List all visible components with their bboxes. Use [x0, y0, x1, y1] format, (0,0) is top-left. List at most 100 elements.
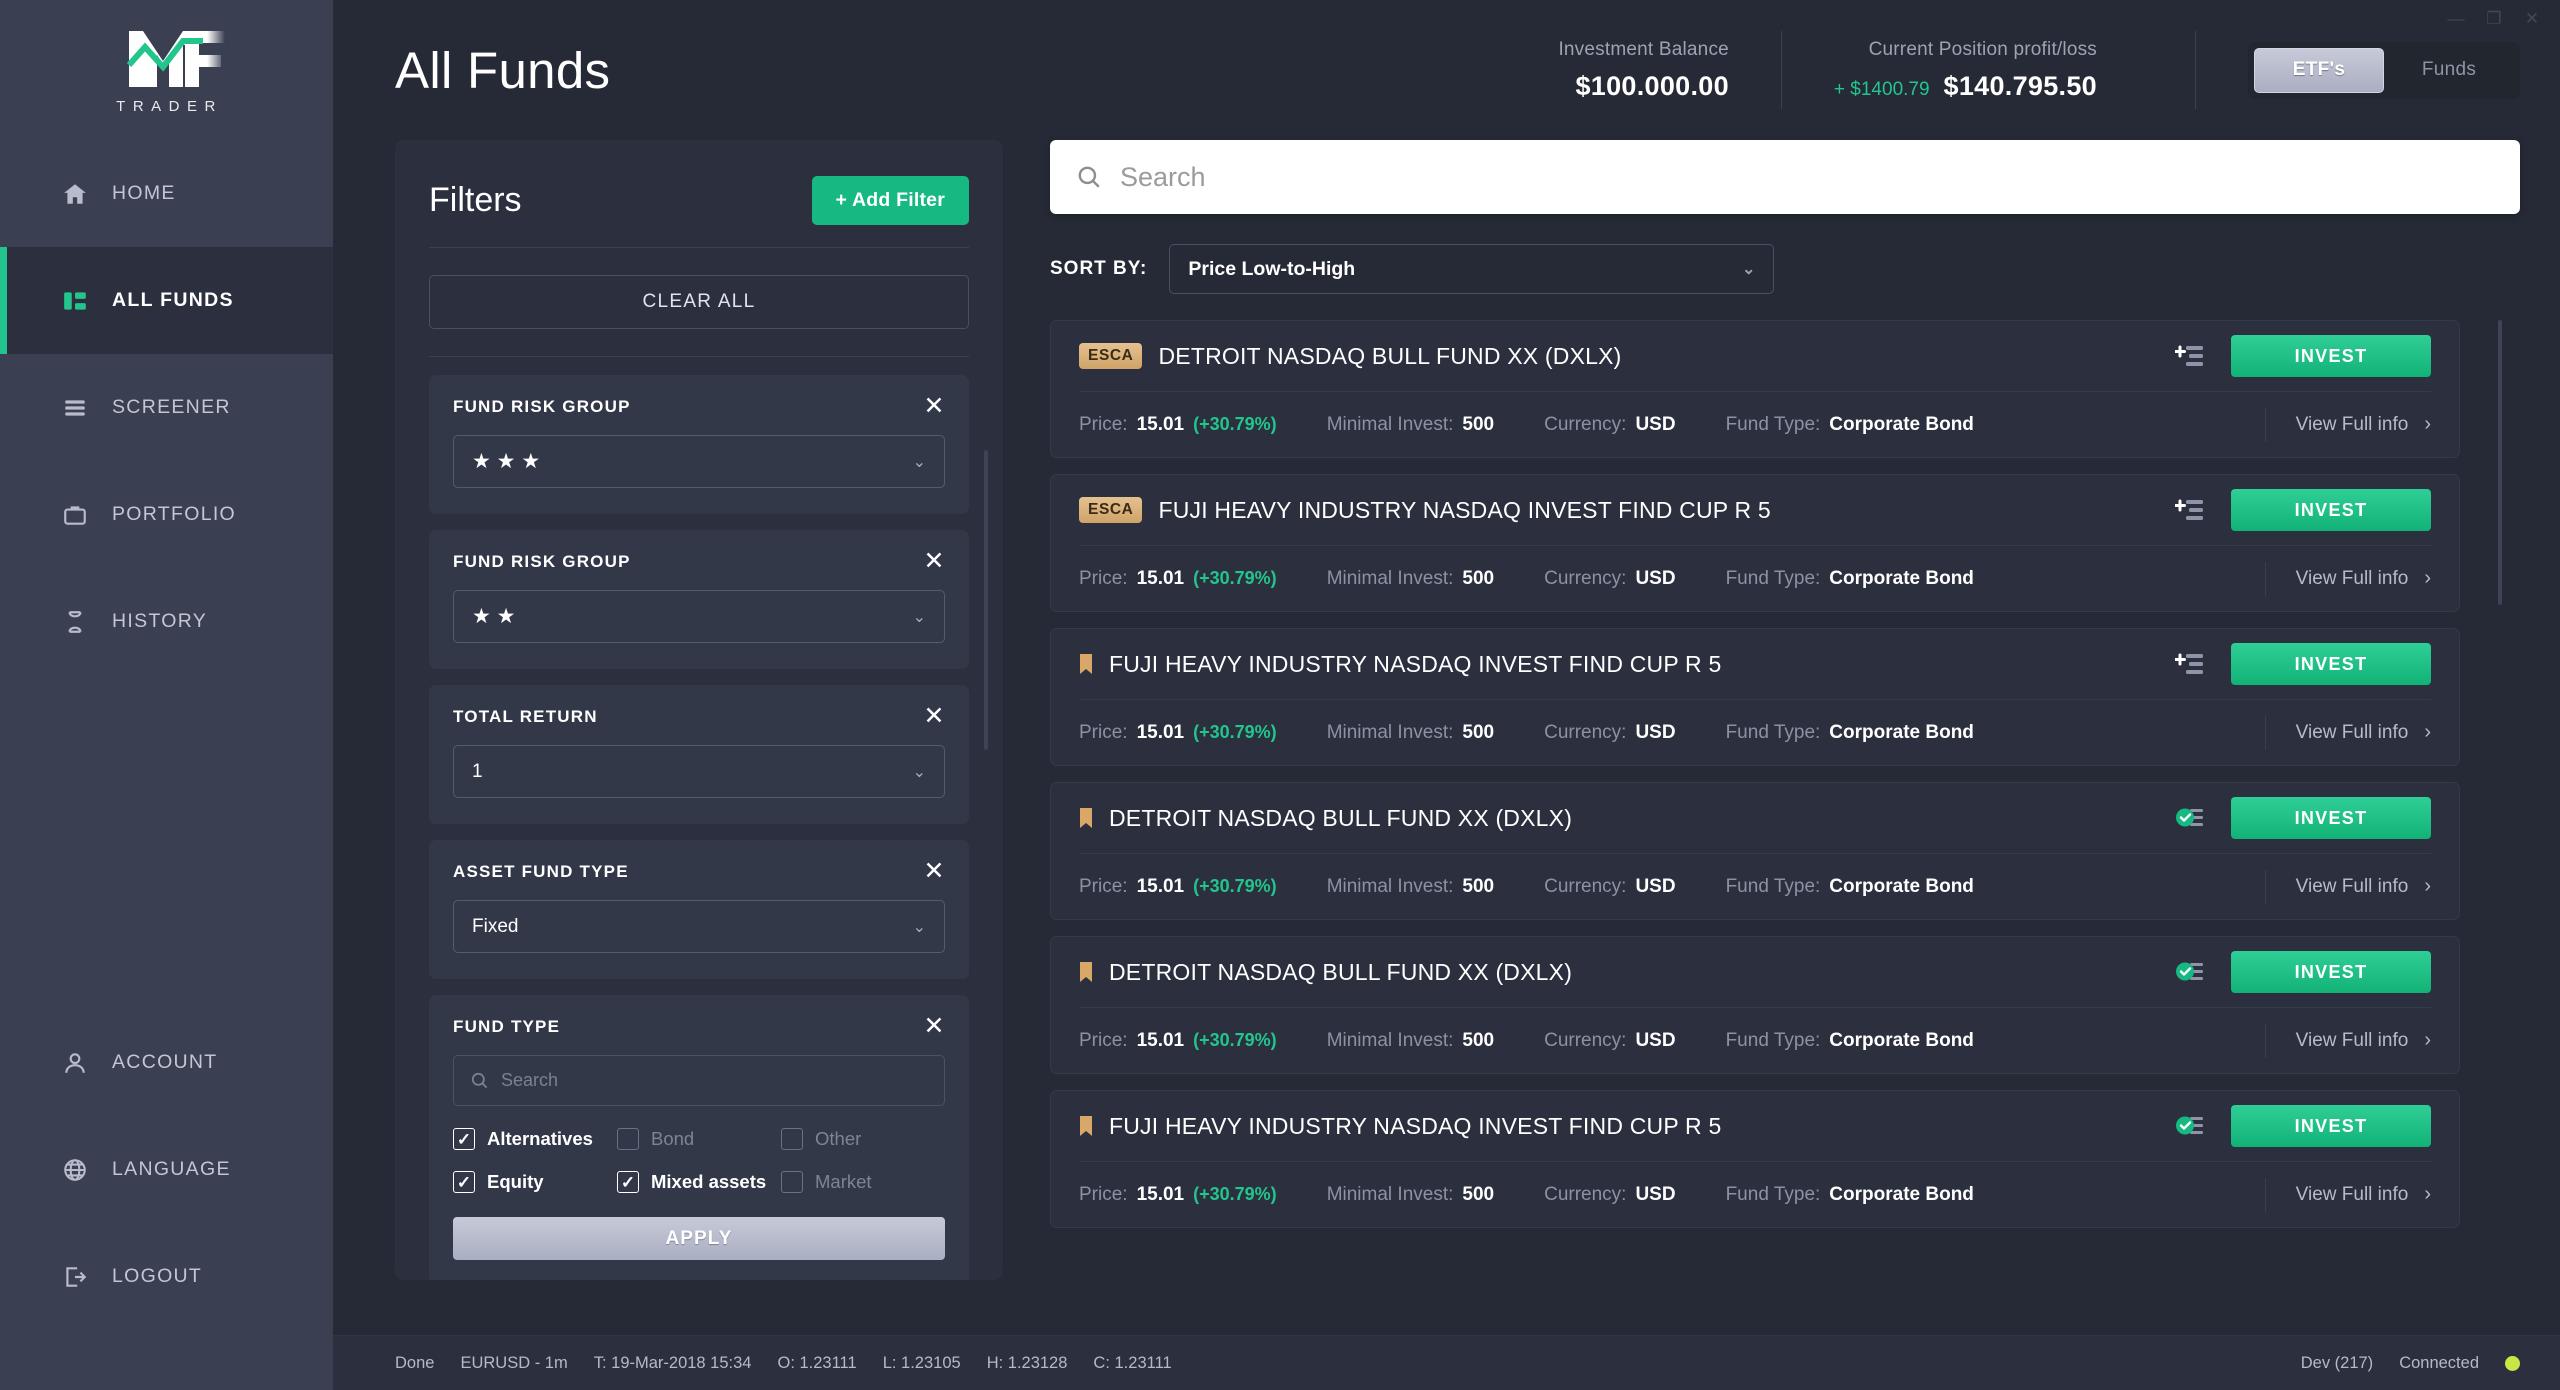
- search-bar[interactable]: [1050, 140, 2520, 214]
- fund-currency: Currency: USD: [1544, 876, 1675, 898]
- sidebar-item-history[interactable]: HISTORY: [0, 568, 333, 675]
- status-high: H: 1.23128: [986, 1353, 1068, 1372]
- filters-scroll-area[interactable]: FUND RISK GROUP ✕ ★ ★ ★ ⌄ FUND RISK GROU…: [395, 357, 1003, 1280]
- view-full-info-link[interactable]: View Full info ›: [2264, 407, 2431, 442]
- total-return-select[interactable]: 1 ⌄: [453, 745, 945, 798]
- fund-type-search-input[interactable]: [501, 1070, 928, 1091]
- checkbox-market[interactable]: Market: [781, 1171, 945, 1193]
- sidebar-item-screener[interactable]: SCREENER: [0, 354, 333, 461]
- sidebar-item-language[interactable]: LANGUAGE: [0, 1116, 333, 1223]
- add-filter-button[interactable]: + Add Filter: [811, 176, 969, 225]
- price-change: (+30.79%): [1193, 875, 1277, 896]
- invest-button[interactable]: INVEST: [2231, 951, 2431, 993]
- fund-risk-group-select[interactable]: ★ ★ ★ ⌄: [453, 435, 945, 488]
- filter-label: FUND RISK GROUP: [453, 397, 631, 416]
- add-to-list-icon[interactable]: [2175, 343, 2205, 369]
- secondary-nav: ACCOUNT LANGUAGE LOGOUT: [0, 1009, 333, 1390]
- invest-button[interactable]: INVEST: [2231, 643, 2431, 685]
- fund-price: Price: 15.01 (+30.79%): [1079, 722, 1277, 744]
- fund-card: FUJI HEAVY INDUSTRY NASDAQ INVEST FIND C…: [1050, 1090, 2460, 1228]
- status-open: O: 1.23111: [777, 1353, 857, 1372]
- filters-scrollbar[interactable]: [984, 450, 988, 750]
- added-to-list-icon[interactable]: [2175, 805, 2205, 831]
- fund-name: DETROIT NASDAQ BULL FUND XX (DXLX): [1158, 342, 1622, 369]
- maximize-icon[interactable]: ❐: [2484, 8, 2504, 28]
- remove-filter-icon[interactable]: ✕: [921, 1014, 947, 1040]
- fund-currency: Currency: USD: [1544, 1184, 1675, 1206]
- fund-type-label: Fund Type:: [1725, 875, 1821, 897]
- fund-actions: INVEST: [2175, 951, 2431, 993]
- fund-card-meta: Price: 15.01 (+30.79%) Minimal Invest: 5…: [1079, 546, 2431, 611]
- fund-type-value: Corporate Bond: [1829, 721, 1974, 743]
- fund-name: DETROIT NASDAQ BULL FUND XX (DXLX): [1109, 958, 1573, 985]
- fund-type-search[interactable]: [453, 1055, 945, 1106]
- chevron-down-icon: ⌄: [912, 608, 926, 626]
- header-stats: Investment Balance $100.000.00 Current P…: [1506, 31, 2520, 109]
- profit-loss-label: Current Position profit/loss: [1868, 38, 2097, 60]
- view-full-info-link[interactable]: View Full info ›: [2264, 869, 2431, 904]
- price-label: Price:: [1079, 721, 1128, 743]
- asset-fund-type-select[interactable]: Fixed ⌄: [453, 900, 945, 953]
- fund-risk-group-select[interactable]: ★ ★ ⌄: [453, 590, 945, 643]
- add-to-list-icon[interactable]: [2175, 497, 2205, 523]
- filter-value: ★ ★ ★: [472, 450, 541, 473]
- sidebar-item-account[interactable]: ACCOUNT: [0, 1009, 333, 1116]
- checkbox-box: [453, 1171, 475, 1193]
- sidebar-item-home[interactable]: HOME: [0, 140, 333, 247]
- sidebar-item-all-funds[interactable]: ALL FUNDS: [0, 247, 333, 354]
- invest-button[interactable]: INVEST: [2231, 335, 2431, 377]
- clear-all-button[interactable]: CLEAR ALL: [429, 275, 969, 329]
- fund-list: ESCA DETROIT NASDAQ BULL FUND XX (DXLX) …: [1050, 320, 2520, 1228]
- sidebar-item-label: PORTFOLIO: [112, 503, 237, 525]
- checkbox-bond[interactable]: Bond: [617, 1128, 781, 1150]
- price-value: 15.01: [1136, 1183, 1185, 1205]
- fund-card-meta: Price: 15.01 (+30.79%) Minimal Invest: 5…: [1079, 700, 2431, 765]
- apply-button[interactable]: APPLY: [453, 1217, 945, 1260]
- invest-button[interactable]: INVEST: [2231, 1105, 2431, 1147]
- view-full-info-link[interactable]: View Full info ›: [2264, 1023, 2431, 1058]
- price-label: Price:: [1079, 1183, 1128, 1205]
- minimize-icon[interactable]: —: [2446, 8, 2466, 28]
- main-content: All Funds Investment Balance $100.000.00…: [333, 0, 2560, 1390]
- fund-price: Price: 15.01 (+30.79%): [1079, 568, 1277, 590]
- checkbox-box: [781, 1128, 803, 1150]
- page-title: All Funds: [395, 41, 611, 99]
- view-full-info-link[interactable]: View Full info ›: [2264, 715, 2431, 750]
- invest-button[interactable]: INVEST: [2231, 797, 2431, 839]
- remove-filter-icon[interactable]: ✕: [921, 704, 947, 730]
- fund-price: Price: 15.01 (+30.79%): [1079, 414, 1277, 436]
- checkbox-alternatives[interactable]: Alternatives: [453, 1128, 617, 1150]
- add-to-list-icon[interactable]: [2175, 651, 2205, 677]
- remove-filter-icon[interactable]: ✕: [921, 549, 947, 575]
- search-icon: [1078, 166, 1100, 188]
- fund-card-header: FUJI HEAVY INDUSTRY NASDAQ INVEST FIND C…: [1079, 1091, 2431, 1161]
- remove-filter-icon[interactable]: ✕: [921, 394, 947, 420]
- chevron-down-icon: ⌄: [912, 453, 926, 471]
- user-icon: [61, 1049, 89, 1077]
- remove-filter-icon[interactable]: ✕: [921, 859, 947, 885]
- invest-button[interactable]: INVEST: [2231, 489, 2431, 531]
- sort-by-select[interactable]: Price Low-to-High ⌄: [1169, 244, 1775, 294]
- price-value: 15.01: [1136, 721, 1185, 743]
- window-controls: — ❐ ✕: [2446, 8, 2542, 28]
- added-to-list-icon[interactable]: [2175, 959, 2205, 985]
- filter-label: TOTAL RETURN: [453, 707, 598, 726]
- fund-list-scrollbar[interactable]: [2498, 320, 2502, 605]
- fund-type-label: Fund Type:: [1725, 1029, 1821, 1051]
- filter-value: 1: [472, 760, 483, 782]
- close-icon[interactable]: ✕: [2522, 8, 2542, 28]
- sidebar-item-portfolio[interactable]: PORTFOLIO: [0, 461, 333, 568]
- checkbox-equity[interactable]: Equity: [453, 1171, 617, 1193]
- checkbox-other[interactable]: Other: [781, 1128, 945, 1150]
- status-bar: Done EURUSD - 1m T: 19-Mar-2018 15:34 O:…: [333, 1335, 2560, 1390]
- view-full-info-link[interactable]: View Full info ›: [2264, 1177, 2431, 1212]
- search-input[interactable]: [1120, 161, 2494, 193]
- checkbox-mixed-assets[interactable]: Mixed assets: [617, 1171, 781, 1193]
- price-value: 15.01: [1136, 1029, 1185, 1051]
- added-to-list-icon[interactable]: [2175, 1113, 2205, 1139]
- tab-funds[interactable]: Funds: [2384, 48, 2514, 93]
- tab-etfs[interactable]: ETF's: [2254, 47, 2384, 93]
- view-full-info-link[interactable]: View Full info ›: [2264, 561, 2431, 596]
- sidebar-item-logout[interactable]: LOGOUT: [0, 1223, 333, 1330]
